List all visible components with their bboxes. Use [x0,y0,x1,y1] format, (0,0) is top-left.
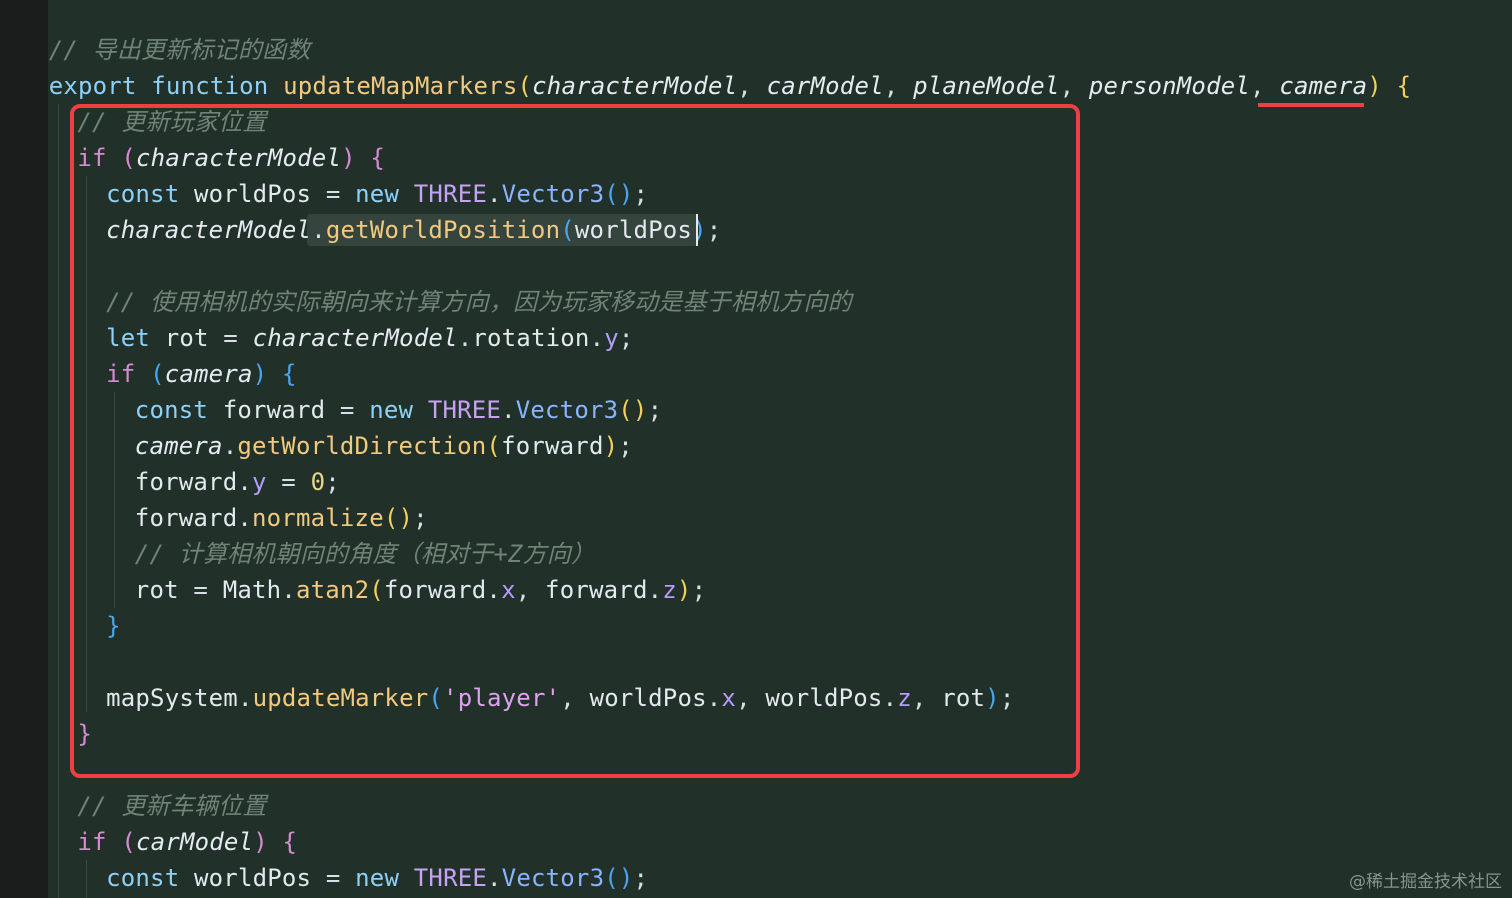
code-token: . [487,864,502,892]
code-token: // 更新车辆位置 [77,792,267,820]
code-token: camera [1279,72,1368,100]
indent-guide [86,860,87,898]
code-token: , [737,72,767,100]
code-token: , [1250,72,1280,100]
code-token: { [1396,72,1412,100]
code-token: carModel [136,828,254,856]
code-token: updateMapMarkers [283,72,518,100]
code-token: characterModel [532,72,738,100]
code-token: if [77,828,107,856]
annotation-highlight-box [70,104,1080,778]
code-token: = [311,864,356,892]
code-token: const [106,864,180,892]
code-token: export [48,72,137,100]
watermark: @稀土掘金技术社区 [1349,872,1502,892]
indent-guide [58,104,59,898]
code-token: ) [253,828,268,856]
code-token: { [282,828,298,856]
code-token: ( [121,828,137,856]
line-comment-vehicle: // 更新车辆位置 [77,788,266,824]
line-const-worldpos-car: const worldPos = new THREE.Vector3(); [106,860,648,896]
code-token: ) [1367,72,1382,100]
line-export-function: export function updateMapMarkers(charact… [49,68,1412,104]
code-token: // 导出更新标记的函数 [48,36,311,64]
annotation-camera-underline [1258,103,1364,107]
code-token: function [151,72,269,100]
code-token: personModel [1088,72,1251,100]
code-token: carModel [766,72,884,100]
code-token: ( [517,72,533,100]
code-token: , [1059,72,1089,100]
line-if-car: if (carModel) { [77,824,297,860]
code-token: , [883,72,914,100]
code-token: () [604,864,634,892]
code-token: ; [633,864,649,892]
line-comment-export: // 导出更新标记的函数 [49,32,311,68]
code-token: planeModel [913,72,1060,100]
code-token: new [355,864,400,892]
code-token: Vector3 [501,864,605,892]
code-token: THREE [413,864,488,892]
code-token: worldPos [194,864,312,892]
